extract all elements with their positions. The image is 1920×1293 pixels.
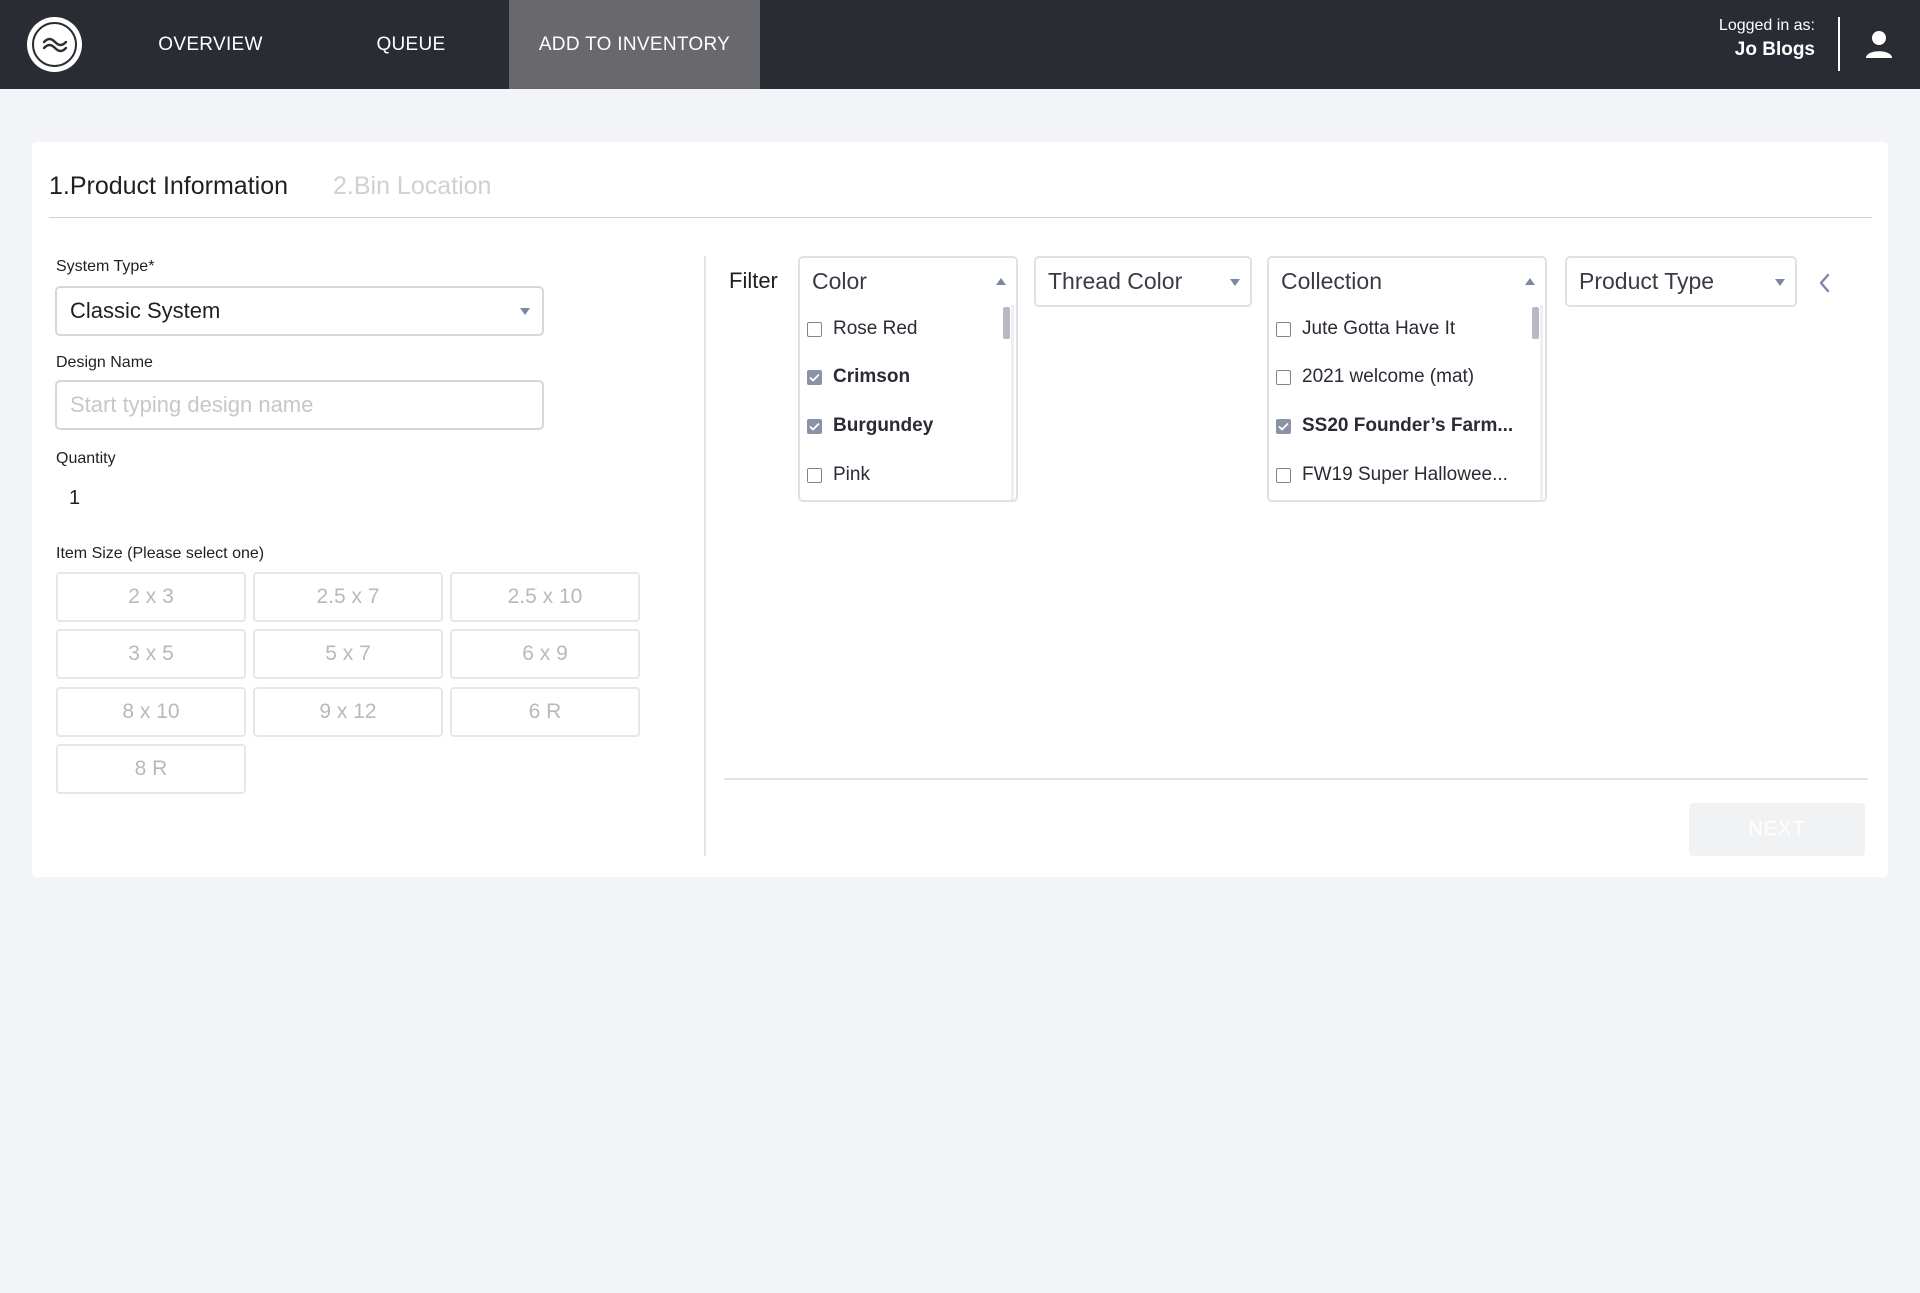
product-type-filter-dropdown[interactable]: Product Type xyxy=(1565,256,1797,307)
checkbox-icon[interactable] xyxy=(807,321,822,337)
system-type-value: Classic System xyxy=(70,298,221,323)
chevron-up-icon xyxy=(1525,278,1535,285)
tab-bin-location[interactable]: 2.Bin Location xyxy=(333,172,491,201)
nav-add-to-inventory[interactable]: ADD TO INVENTORY xyxy=(509,0,760,89)
option-label: Jute Gotta Have It xyxy=(1302,318,1456,339)
user-name: Jo Blogs xyxy=(1734,39,1815,60)
collection-option[interactable]: FW19 Super Hallowee... xyxy=(1276,460,1508,490)
size-option[interactable]: 9 x 12 xyxy=(253,687,443,737)
user-icon[interactable] xyxy=(1863,28,1895,60)
item-size-label: Item Size (Please select one) xyxy=(56,545,265,562)
checkbox-checked-icon[interactable] xyxy=(807,369,822,385)
scrollbar-thumb[interactable] xyxy=(1532,307,1539,339)
color-options-list: Rose Red Crimson Burgundey Pink xyxy=(798,305,1018,502)
checkbox-checked-icon[interactable] xyxy=(807,418,822,434)
size-option[interactable]: 2.5 x 10 xyxy=(450,572,640,622)
quantity-value[interactable]: 1 xyxy=(69,487,80,510)
checkbox-icon[interactable] xyxy=(1276,369,1291,385)
option-label: SS20 Founder’s Farm... xyxy=(1302,415,1514,436)
collection-options-list: Jute Gotta Have It 2021 welcome (mat) SS… xyxy=(1267,305,1547,502)
system-type-label: System Type* xyxy=(56,258,155,275)
design-name-label: Design Name xyxy=(56,354,153,371)
option-label: Rose Red xyxy=(833,318,918,339)
collection-option[interactable]: Jute Gotta Have It xyxy=(1276,314,1455,344)
size-option[interactable]: 8 R xyxy=(56,744,246,794)
thread-color-filter-dropdown[interactable]: Thread Color xyxy=(1034,256,1252,307)
collection-filter-label: Collection xyxy=(1281,268,1382,294)
option-label: Burgundey xyxy=(833,415,934,436)
chevron-down-icon xyxy=(1230,279,1240,286)
tab-product-information[interactable]: 1.Product Information xyxy=(49,172,288,201)
product-type-filter-label: Product Type xyxy=(1579,268,1715,294)
size-option[interactable]: 3 x 5 xyxy=(56,629,246,679)
scrollbar-track[interactable] xyxy=(1011,305,1014,500)
header-divider xyxy=(1838,17,1840,71)
design-name-input[interactable] xyxy=(55,380,544,430)
option-label: 2021 welcome (mat) xyxy=(1302,366,1475,387)
option-label: FW19 Super Hallowee... xyxy=(1302,464,1508,485)
scrollbar-thumb[interactable] xyxy=(1003,307,1010,339)
option-label: Crimson xyxy=(833,366,911,387)
color-option-rose-red[interactable]: Rose Red xyxy=(807,314,918,344)
nav-overview[interactable]: OVERVIEW xyxy=(133,0,288,89)
actions-divider xyxy=(724,778,1868,780)
option-label: Pink xyxy=(833,464,870,485)
collection-option[interactable]: 2021 welcome (mat) xyxy=(1276,362,1474,392)
checkbox-icon[interactable] xyxy=(1276,467,1291,483)
quantity-label: Quantity xyxy=(56,450,116,467)
chevron-left-icon[interactable] xyxy=(1816,272,1834,294)
top-navigation-bar: OVERVIEW QUEUE ADD TO INVENTORY Logged i… xyxy=(0,0,1920,89)
scrollbar-track[interactable] xyxy=(1540,305,1543,500)
section-divider xyxy=(704,256,706,856)
chevron-up-icon xyxy=(996,278,1006,285)
color-option-pink[interactable]: Pink xyxy=(807,460,870,490)
color-filter-label: Color xyxy=(812,268,867,294)
size-option[interactable]: 8 x 10 xyxy=(56,687,246,737)
size-option[interactable]: 2.5 x 7 xyxy=(253,572,443,622)
color-option-burgundey[interactable]: Burgundey xyxy=(807,411,933,441)
nav-queue[interactable]: QUEUE xyxy=(355,0,467,89)
tabs-divider xyxy=(49,217,1872,218)
color-option-crimson[interactable]: Crimson xyxy=(807,362,910,392)
system-type-select[interactable]: Classic System xyxy=(55,286,544,336)
next-button[interactable]: NEXT xyxy=(1689,803,1865,856)
size-option[interactable]: 6 x 9 xyxy=(450,629,640,679)
filter-label: Filter xyxy=(729,268,778,293)
chevron-down-icon xyxy=(520,308,530,315)
logged-in-label: Logged in as: xyxy=(1718,17,1815,34)
collection-option[interactable]: SS20 Founder’s Farm... xyxy=(1276,411,1513,441)
checkbox-icon[interactable] xyxy=(1276,321,1291,337)
wave-logo-icon[interactable] xyxy=(27,17,82,72)
color-filter-dropdown[interactable]: Color xyxy=(798,256,1018,307)
login-info: Logged in as: Jo Blogs xyxy=(1719,17,1815,61)
product-form-card: 1.Product Information 2.Bin Location Sys… xyxy=(32,142,1888,877)
thread-color-filter-label: Thread Color xyxy=(1048,268,1183,294)
checkbox-checked-icon[interactable] xyxy=(1276,418,1291,434)
collection-filter-dropdown[interactable]: Collection xyxy=(1267,256,1547,307)
checkbox-icon[interactable] xyxy=(807,467,822,483)
size-option[interactable]: 6 R xyxy=(450,687,640,737)
size-option[interactable]: 2 x 3 xyxy=(56,572,246,622)
size-option[interactable]: 5 x 7 xyxy=(253,629,443,679)
chevron-down-icon xyxy=(1775,279,1785,286)
